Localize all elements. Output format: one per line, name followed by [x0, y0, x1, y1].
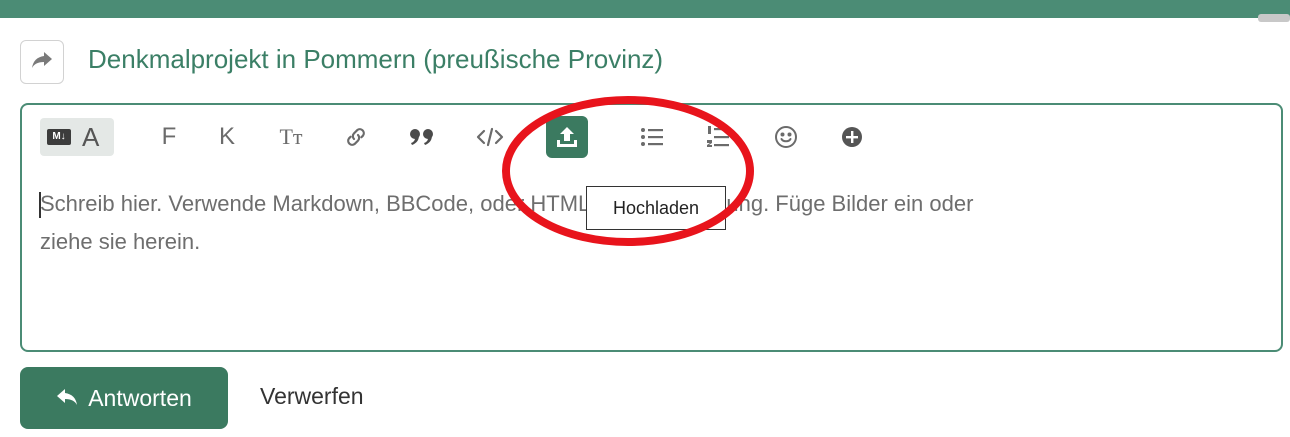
numbered-list-icon [706, 124, 730, 150]
bullet-list-icon [640, 126, 664, 148]
italic-button[interactable]: K [212, 116, 242, 158]
bullet-list-button[interactable] [632, 116, 672, 158]
code-button[interactable] [470, 116, 510, 158]
heading-icon: Tт [279, 124, 303, 149]
bold-icon: F [161, 123, 177, 150]
bold-button[interactable]: F [154, 116, 184, 158]
quote-icon [409, 128, 435, 146]
plus-circle-icon [840, 125, 864, 149]
rich-text-icon: A [82, 122, 100, 152]
emoji-button[interactable] [766, 116, 806, 158]
more-options-button[interactable] [832, 116, 872, 158]
reply-button[interactable]: Antworten [20, 367, 228, 429]
upload-icon [554, 124, 580, 150]
reply-to-icon-button[interactable] [20, 40, 64, 84]
reply-topic-title[interactable]: Denkmalprojekt in Pommern (preußische Pr… [88, 44, 663, 75]
code-icon [475, 127, 505, 147]
reply-button-label: Antworten [88, 384, 192, 411]
markdown-icon: M↓ [47, 129, 71, 145]
italic-icon: K [218, 123, 235, 150]
top-band [0, 0, 1290, 18]
share-arrow-icon [31, 51, 53, 74]
quote-button[interactable] [402, 116, 442, 158]
smiley-icon [773, 124, 799, 150]
discard-link[interactable]: Verwerfen [260, 383, 364, 410]
upload-button[interactable] [546, 116, 588, 158]
link-icon [344, 125, 368, 149]
link-button[interactable] [336, 116, 376, 158]
scrollbar-handle[interactable] [1258, 14, 1290, 22]
numbered-list-button[interactable] [698, 116, 738, 158]
upload-tooltip: Hochladen [586, 186, 726, 230]
markdown-toggle-button[interactable]: M↓ A [40, 118, 114, 156]
heading-button[interactable]: Tт [272, 116, 310, 158]
reply-arrow-icon [56, 385, 78, 412]
